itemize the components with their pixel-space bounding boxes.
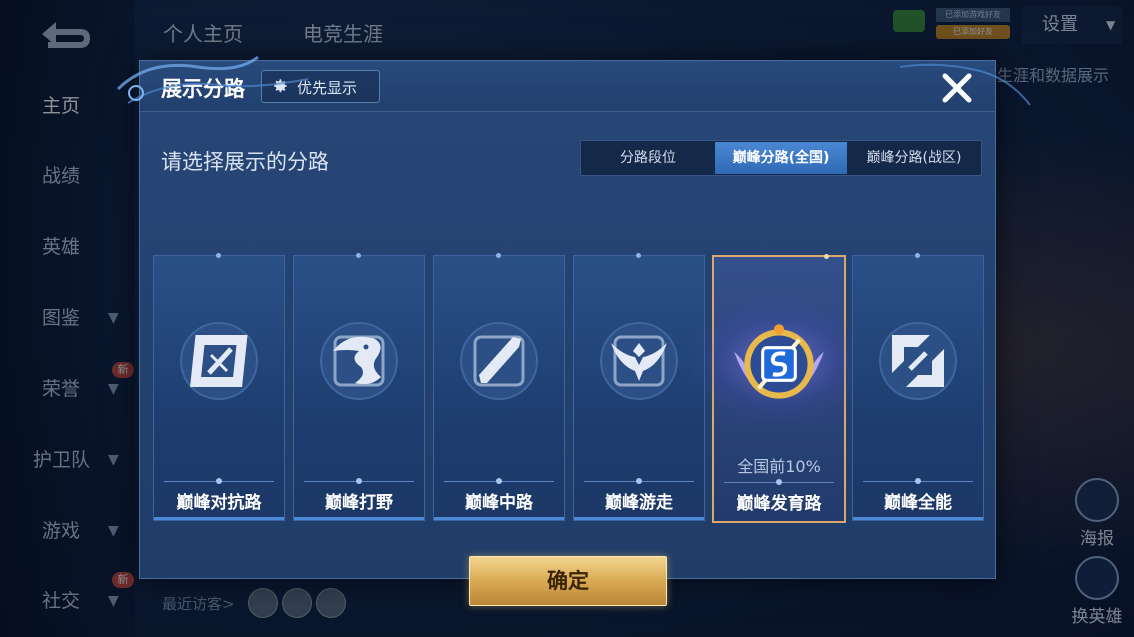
lane-card-jungle[interactable]: 巅峰打野 xyxy=(293,253,425,521)
lane-name: 巅峰游走 xyxy=(605,493,673,513)
mid-lane-icon xyxy=(460,322,538,400)
farm-lane-badge-icon xyxy=(734,324,824,399)
all-round-icon xyxy=(879,322,957,400)
dialog-body: 请选择展示的分路 分路段位 巅峰分路(全国) 巅峰分路(战区) 巅峰对抗路 巅峰… xyxy=(140,112,995,606)
lane-name: 巅峰全能 xyxy=(884,493,952,513)
dialog-prompt: 请选择展示的分路 xyxy=(161,150,329,174)
lane-card-clash[interactable]: 巅峰对抗路 xyxy=(153,253,285,521)
lane-name: 巅峰中路 xyxy=(465,493,533,513)
close-icon[interactable] xyxy=(938,69,976,107)
lane-card-mid[interactable]: 巅峰中路 xyxy=(433,253,565,521)
dialog-header: 展示分路 优先显示 xyxy=(140,61,995,112)
lane-display-dialog: 展示分路 优先显示 请选择展示的分路 分路段位 巅峰分路(全国) 巅峰分路(战区… xyxy=(116,55,1031,606)
dialog-title: 展示分路 xyxy=(161,77,245,101)
segment-peak-region[interactable]: 巅峰分路(战区) xyxy=(848,142,980,174)
roam-wings-icon xyxy=(600,322,678,400)
lane-name: 巅峰对抗路 xyxy=(176,493,262,513)
lane-card-farm[interactable]: 全国前10% 巅峰发育路 xyxy=(684,254,874,523)
lane-name: 巅峰发育路 xyxy=(736,494,822,514)
priority-display-button[interactable]: 优先显示 xyxy=(261,70,380,103)
rank-label: 全国前10% xyxy=(737,457,821,476)
confirm-button[interactable]: 确定 xyxy=(469,556,667,606)
segment-peak-national[interactable]: 巅峰分路(全国) xyxy=(715,142,847,174)
jungle-dragon-icon xyxy=(320,322,398,400)
segment-lane-rank[interactable]: 分路段位 xyxy=(582,142,714,174)
gear-icon xyxy=(274,79,287,93)
lane-card-all-round[interactable]: 巅峰全能 xyxy=(852,253,984,521)
lane-name: 巅峰打野 xyxy=(325,493,393,513)
clash-lane-icon xyxy=(180,322,258,400)
lane-type-segmented-control: 分路段位 巅峰分路(全国) 巅峰分路(战区) xyxy=(580,140,982,176)
